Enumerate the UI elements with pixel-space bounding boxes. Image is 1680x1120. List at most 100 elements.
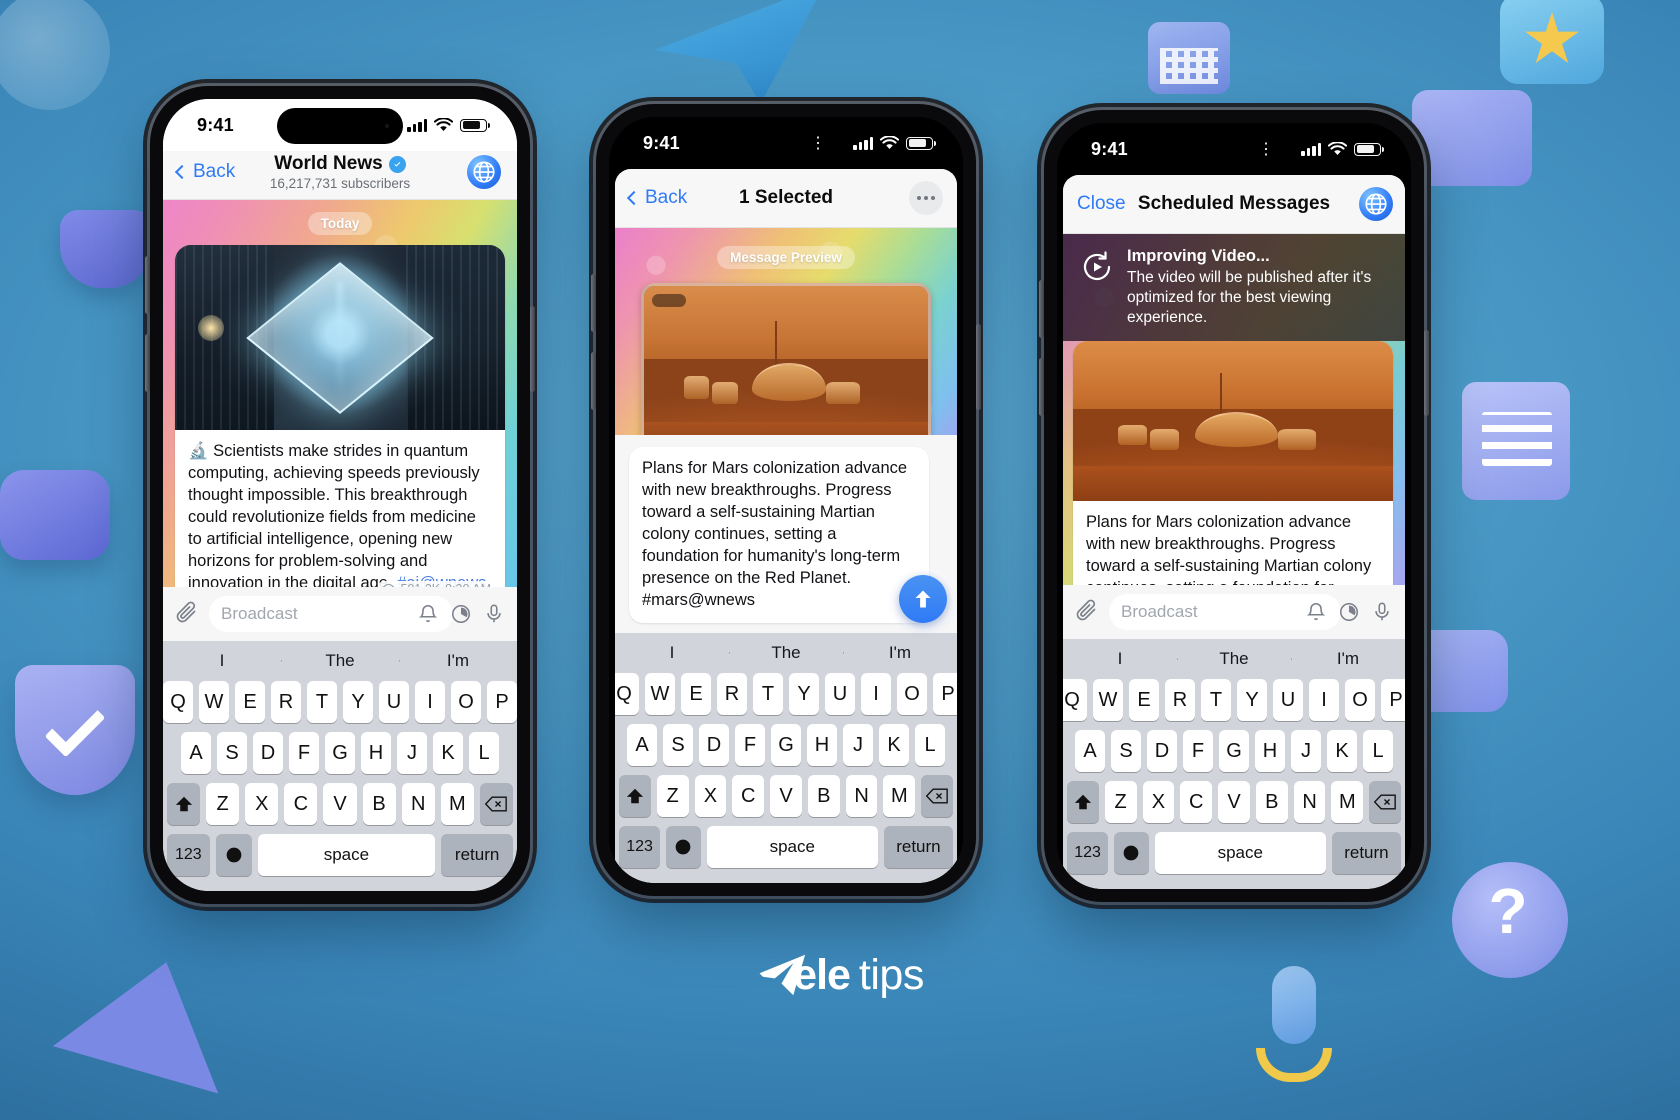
key-t[interactable]: T [1201, 679, 1231, 721]
numbers-key[interactable]: 123 [619, 826, 661, 868]
key-a[interactable]: A [1075, 730, 1105, 772]
key-g[interactable]: G [325, 732, 355, 774]
key-j[interactable]: J [397, 732, 427, 774]
key-f[interactable]: F [289, 732, 319, 774]
key-r[interactable]: R [271, 681, 301, 723]
key-w[interactable]: W [199, 681, 229, 723]
key-d[interactable]: D [1147, 730, 1177, 772]
key-u[interactable]: U [825, 673, 855, 715]
prediction-2[interactable]: The [1177, 649, 1291, 669]
key-w[interactable]: W [645, 673, 675, 715]
key-u[interactable]: U [1273, 679, 1303, 721]
key-v[interactable]: V [323, 783, 357, 825]
key-t[interactable]: T [753, 673, 783, 715]
key-z[interactable]: Z [656, 775, 689, 817]
key-f[interactable]: F [1183, 730, 1213, 772]
key-d[interactable]: D [699, 724, 729, 766]
key-l[interactable]: L [469, 732, 499, 774]
prediction-1[interactable]: I [163, 651, 281, 671]
space-key[interactable]: space [706, 826, 878, 868]
key-n[interactable]: N [845, 775, 878, 817]
key-j[interactable]: J [1291, 730, 1321, 772]
key-l[interactable]: L [1363, 730, 1393, 772]
key-p[interactable]: P [1381, 679, 1405, 721]
key-a[interactable]: A [181, 732, 211, 774]
message-image-mars[interactable] [641, 283, 931, 436]
key-a[interactable]: A [627, 724, 657, 766]
key-o[interactable]: O [897, 673, 927, 715]
return-key[interactable]: return [1331, 832, 1401, 874]
key-e[interactable]: E [681, 673, 711, 715]
return-key[interactable]: return [441, 834, 513, 876]
key-d[interactable]: D [253, 732, 283, 774]
back-button[interactable]: Back [174, 161, 235, 183]
space-key[interactable]: space [1154, 832, 1326, 874]
message-bubble[interactable]: 🔬 Scientists make strides in quantum com… [175, 245, 505, 587]
key-z[interactable]: Z [1104, 781, 1137, 823]
key-u[interactable]: U [379, 681, 409, 723]
key-k[interactable]: K [433, 732, 463, 774]
key-c[interactable]: C [732, 775, 765, 817]
message-image-mars[interactable] [1073, 341, 1393, 502]
key-g[interactable]: G [771, 724, 801, 766]
numbers-key[interactable]: 123 [167, 834, 210, 876]
shift-up-icon[interactable] [618, 775, 651, 817]
key-i[interactable]: I [415, 681, 445, 723]
emoji-smiley-icon[interactable] [215, 834, 252, 876]
globe-translate-icon[interactable] [1359, 187, 1393, 221]
key-x[interactable]: X [694, 775, 727, 817]
key-t[interactable]: T [307, 681, 337, 723]
key-y[interactable]: Y [789, 673, 819, 715]
backspace-icon[interactable] [921, 775, 954, 817]
key-v[interactable]: V [770, 775, 802, 817]
key-s[interactable]: S [217, 732, 247, 774]
message-image-quantum[interactable] [175, 245, 505, 430]
schedule-timer-icon[interactable] [450, 603, 472, 625]
close-button[interactable]: Close [1077, 193, 1126, 215]
prediction-2[interactable]: The [281, 651, 399, 671]
key-m[interactable]: M [883, 775, 916, 817]
paperclip-icon[interactable] [1075, 598, 1099, 627]
key-c[interactable]: C [1180, 781, 1213, 823]
key-v[interactable]: V [1218, 781, 1250, 823]
key-k[interactable]: K [1327, 730, 1357, 772]
key-q[interactable]: Q [615, 673, 639, 715]
key-b[interactable]: B [362, 783, 396, 825]
key-s[interactable]: S [663, 724, 693, 766]
key-x[interactable]: X [245, 783, 279, 825]
notification-bell-icon[interactable] [1305, 601, 1327, 623]
notification-bell-icon[interactable] [417, 603, 439, 625]
backspace-icon[interactable] [1369, 781, 1402, 823]
key-j[interactable]: J [843, 724, 873, 766]
key-q[interactable]: Q [1063, 679, 1087, 721]
shift-up-icon[interactable] [167, 783, 201, 825]
key-e[interactable]: E [235, 681, 265, 723]
prediction-2[interactable]: The [729, 643, 843, 663]
space-key[interactable]: space [257, 834, 436, 876]
compose-text[interactable]: Plans for Mars colonization advance with… [629, 447, 929, 623]
prediction-1[interactable]: I [1063, 649, 1177, 669]
return-key[interactable]: return [883, 826, 953, 868]
key-p[interactable]: P [933, 673, 957, 715]
key-w[interactable]: W [1093, 679, 1123, 721]
key-o[interactable]: O [1345, 679, 1375, 721]
key-b[interactable]: B [807, 775, 840, 817]
more-options-icon[interactable] [909, 181, 943, 215]
key-f[interactable]: F [735, 724, 765, 766]
backspace-icon[interactable] [479, 783, 513, 825]
key-l[interactable]: L [915, 724, 945, 766]
globe-translate-icon[interactable] [467, 155, 501, 189]
key-i[interactable]: I [1309, 679, 1339, 721]
key-e[interactable]: E [1129, 679, 1159, 721]
microphone-icon[interactable] [483, 603, 505, 625]
key-p[interactable]: P [487, 681, 517, 723]
key-m[interactable]: M [1331, 781, 1364, 823]
key-c[interactable]: C [284, 783, 318, 825]
selected-message[interactable] [641, 283, 931, 436]
key-o[interactable]: O [451, 681, 481, 723]
key-s[interactable]: S [1111, 730, 1141, 772]
emoji-smiley-icon[interactable] [1114, 832, 1149, 874]
key-n[interactable]: N [401, 783, 435, 825]
paperclip-icon[interactable] [175, 600, 199, 629]
back-button[interactable]: Back [626, 187, 687, 209]
